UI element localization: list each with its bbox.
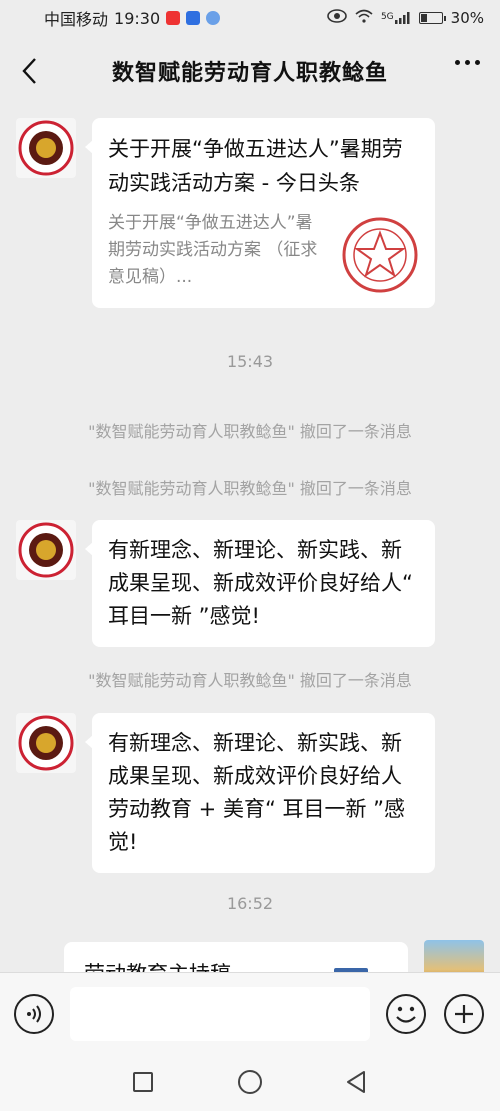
article-thumbnail <box>339 214 421 296</box>
signal-icon: 5G <box>381 12 411 24</box>
status-bar: 中国移动 19:30 5G 30% <box>0 0 500 36</box>
nav-back-button[interactable] <box>344 1070 368 1094</box>
battery-percent: 30% <box>450 9 484 27</box>
emoji-button[interactable] <box>386 994 426 1034</box>
article-card[interactable]: 关于开展“争做五进达人”暑期劳动实践活动方案 - 今日头条 关于开展“争做五进达… <box>85 118 435 308</box>
article-description: 关于开展“争做五进达人”暑期劳动实践活动方案 （征求意见稿）... <box>108 213 318 287</box>
emblem-icon <box>18 120 74 176</box>
notification-app-icon <box>206 11 221 25</box>
chat-header: 数智赋能劳动育人职教鲶鱼 <box>0 36 500 106</box>
notification-app-icon <box>166 11 181 25</box>
voice-icon <box>27 1005 41 1023</box>
seal-star-icon <box>342 217 418 293</box>
recall-notice: "数智赋能劳动育人职教鲶鱼" 撤回了一条消息 <box>88 671 412 690</box>
triangle-back-icon <box>347 1071 365 1093</box>
wifi-icon <box>355 9 373 27</box>
emblem-icon <box>18 522 74 578</box>
clock: 19:30 <box>114 8 161 28</box>
emblem-icon <box>18 715 74 771</box>
message-input[interactable] <box>70 987 370 1041</box>
voice-button[interactable] <box>14 994 54 1034</box>
avatar[interactable] <box>16 713 76 773</box>
notification-app-icon <box>186 11 201 25</box>
eye-icon <box>327 9 347 27</box>
avatar[interactable] <box>16 520 76 580</box>
recall-notice: "数智赋能劳动育人职教鲶鱼" 撤回了一条消息 <box>88 422 412 441</box>
chat-title: 数智赋能劳动育人职教鲶鱼 <box>111 61 388 86</box>
chevron-left-icon <box>22 58 36 84</box>
carrier-label: 中国移动 <box>44 10 109 29</box>
home-button[interactable] <box>238 1070 262 1094</box>
back-button[interactable] <box>14 54 44 88</box>
more-icon-dot <box>465 60 470 65</box>
message-text: 有新理念、新理论、新实践、新成果呈现、新成效评价良好给人劳动教育 + 美育“ 耳… <box>108 731 406 854</box>
system-nav-bar <box>0 1052 500 1111</box>
network-type: 5G <box>380 12 394 22</box>
smiley-icon <box>396 1006 416 1023</box>
message-text: 有新理念、新理论、新实践、新成果呈现、新成效评价良好给人“ 耳目一新 ”感觉! <box>108 538 413 628</box>
avatar[interactable] <box>16 118 76 178</box>
more-options-button[interactable] <box>455 60 480 65</box>
recall-notice: "数智赋能劳动育人职教鲶鱼" 撤回了一条消息 <box>88 479 412 498</box>
text-message[interactable]: 有新理念、新理论、新实践、新成果呈现、新成效评价良好给人劳动教育 + 美育“ 耳… <box>85 713 435 873</box>
recents-button[interactable] <box>133 1072 153 1092</box>
plus-icon <box>455 1005 473 1023</box>
more-functions-button[interactable] <box>444 994 484 1034</box>
input-bar <box>0 972 500 1052</box>
article-title: 关于开展“争做五进达人”暑期劳动实践活动方案 - 今日头条 <box>108 137 403 195</box>
timestamp: 15:43 <box>226 352 274 371</box>
more-icon-dot <box>475 60 480 65</box>
text-message[interactable]: 有新理念、新理论、新实践、新成果呈现、新成效评价良好给人“ 耳目一新 ”感觉! <box>85 520 435 647</box>
battery-icon <box>418 12 446 24</box>
timestamp: 16:52 <box>226 894 274 913</box>
more-icon-dot <box>455 60 460 65</box>
